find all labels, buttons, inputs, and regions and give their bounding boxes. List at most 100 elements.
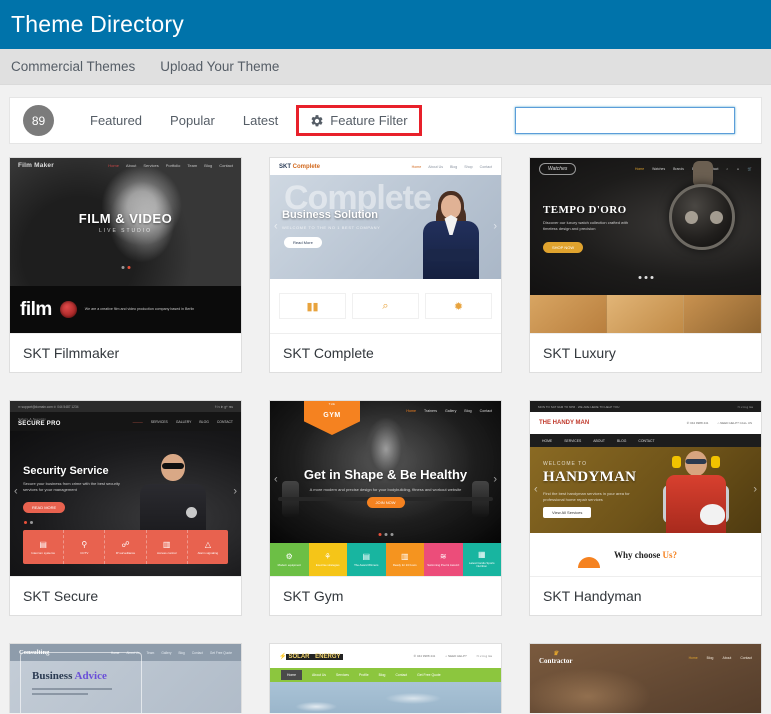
theme-hero-sub: A more modern and precise design for you… [309,487,462,492]
slider-next-arrow[interactable]: › [753,484,757,496]
theme-screenshot: SKT Complete Home About Us Blog Shop Contact… [270,158,501,333]
contact-info: ✆ 044 9988 441 ⌂ NEED HELP? CALL US [686,421,752,425]
theme-hero-button[interactable]: READ MORE [23,502,66,513]
contact-info: ✉ support@domain.com ✆ 044 5487 1234 [18,404,79,409]
slider-dots[interactable] [24,521,33,524]
mock-topbar: ⚡ SOLAR ENERGY ✆ 044 9988 441 ⌂ NEED HELP?… [270,644,501,668]
theme-hero-title: Business Advice [32,670,107,682]
page-body: 89 Featured Popular Latest Feature Filte… [0,85,771,713]
theme-screenshot: Watches HomeWatchesBrandsBlogContact⌕☺🛒 … [530,158,761,333]
theme-title: SKT Luxury [530,333,761,372]
mock-topbar: ♛ Contractor Home Blog About Contact [530,648,761,668]
mock-logo: ♛ Contractor [539,651,573,665]
theme-hero-button[interactable]: View All Services [543,507,592,518]
mock-logo: ⚡ SOLAR ENERGY [279,653,343,660]
theme-card[interactable]: Consulting Home About Us Team Gallery Blog Co… [9,643,242,713]
footer-word: film [20,299,52,320]
mock-menu: Home About Us Blog Shop Contact [411,164,492,169]
filter-popular[interactable]: Popular [156,107,229,134]
slider-prev-arrow[interactable]: ‹ [14,486,18,498]
theme-footer-band: film We are a creative film and video pr… [10,286,241,333]
theme-hero-image: Complete Business Solution WELCOME TO TH… [270,175,501,279]
feature-item: ⚲ CCTV [64,530,106,564]
mock-topbar: SKT Complete Home About Us Blog Shop Contact [270,158,501,175]
theme-screenshot: Consulting Home About Us Team Gallery Blog Co… [10,644,241,713]
slider-next-arrow[interactable]: › [233,486,237,498]
mock-person [419,189,483,279]
theme-hero-title: FILM & VIDEO [78,211,173,226]
theme-count-badge: 89 [23,105,54,136]
slider-next-arrow[interactable]: › [493,221,497,233]
theme-card[interactable]: ✉ support@domain.com ✆ 044 5487 1234 f t… [9,400,242,616]
theme-card[interactable]: Watches HomeWatchesBrandsBlogContact⌕☺🛒 … [529,157,762,373]
filter-latest[interactable]: Latest [229,107,292,134]
filter-featured[interactable]: Featured [76,107,156,134]
mock-logo: Watches [539,163,577,175]
photo-strip [530,295,761,333]
mock-menu: Home Trainers Gallery Blog Contact [406,409,492,413]
feature-strip: ▤ Intercom systems ⚲ CCTV ☍ IP surveillance… [23,530,228,564]
nav-upload-your-theme[interactable]: Upload Your Theme [160,59,279,74]
theme-hero-button[interactable]: Read More [284,237,322,248]
feature-item: ▦ Latest Cardio Sports Nutrition [462,543,501,576]
feature-item: ▥ Access control [147,530,188,564]
feature-strip: ⚙ Modern equipment ⚘ Exercise strategies ▤… [270,543,501,576]
mock-topbar: THE HANDY MAN ✆ 044 9988 441 ⌂ NEED HELP?… [530,412,761,434]
mock-logo: THE HANDY MAN [539,420,590,426]
theme-hero-title: Get in Shape & Be Healthy [303,467,468,482]
mock-menu: ——— SERVICES GALLERY BLOG CONTACT [132,419,233,424]
feature-item: ≋ Swimming Pool & Jacuzzi [424,543,463,576]
theme-card[interactable]: SKT Complete Home About Us Blog Shop Contact… [269,157,502,373]
search-icon: ⌕ [352,293,419,319]
gear-icon [311,114,323,126]
site-header: Theme Directory [0,0,771,49]
feature-item: ▥ Ready for 24 hours [385,543,424,576]
theme-screenshot: ⚡ SOLAR ENERGY ✆ 044 9988 441 ⌂ NEED HELP?… [270,644,501,713]
theme-card[interactable]: Film Maker Home About Services Portfolio Tea… [9,157,242,373]
theme-title: SKT Secure [10,576,241,615]
theme-hero-button[interactable]: JOIN NOW [366,497,405,508]
mock-topbar: Film Maker Home About Services Portfolio Tea… [10,158,241,172]
nav-commercial-themes[interactable]: Commercial Themes [11,59,135,74]
theme-hero-sub: LIVE STUDIO [98,228,153,234]
theme-hero-title: TEMPO D'ORO [543,204,627,216]
theme-hero-pre: WELCOME TO [543,461,587,467]
mock-logo: SKT Complete [279,163,321,170]
theme-hero-image: WELCOME TO HANDYMAN Find the best handym… [530,447,761,533]
slider-prev-arrow[interactable]: ‹ [274,221,278,233]
why-choose-band: Why choose Us? [530,533,761,576]
slider-dots[interactable] [638,276,653,279]
watch-face [669,184,735,250]
feature-filter-button[interactable]: Feature Filter [302,111,415,130]
mock-person [661,449,731,533]
mock-menu: Home About Services Portfolio Team Blog Contac… [108,162,233,168]
theme-card[interactable]: THE GYM Home Trainers Gallery Blog Contact G… [269,400,502,616]
slider-dots[interactable] [121,266,130,269]
theme-screenshot: Film Maker Home About Services Portfolio Tea… [10,158,241,333]
slider-prev-arrow[interactable]: ‹ [274,474,278,485]
theme-title: SKT Complete [270,333,501,372]
theme-hero-button[interactable]: SHOP NOW [543,242,584,253]
search-input[interactable] [515,107,735,134]
slider-prev-arrow[interactable]: ‹ [534,484,538,496]
theme-title: SKT Handyman [530,576,761,615]
mock-logo: Film Maker [18,161,54,169]
theme-screenshot: ✉ support@domain.com ✆ 044 5487 1234 f t… [10,401,241,576]
search-area [515,107,748,134]
slider-dots[interactable] [378,533,393,536]
feature-icon-row: ▮▮ ⌕ ✹ [270,279,501,333]
hero-panel [20,652,142,713]
feature-item: ⚙ Modern equipment [270,543,309,576]
theme-hero-title: Business Solution [282,209,378,221]
secondary-navigation: Commercial Themes Upload Your Theme [0,49,771,85]
feature-filter-label: Feature Filter [330,113,408,128]
chart-icon: ▮▮ [279,293,346,319]
theme-card[interactable]: ♛Contractor HomeBlogAboutContact BUILD Y… [529,643,762,713]
theme-card[interactable]: MON TO SAT 9AM TO 6PM · WE ARE HERE TO H… [529,400,762,616]
photo-tile [530,295,607,333]
photo-tile [607,295,684,333]
theme-card[interactable]: ⚡ SOLAR ENERGY ✆ 044 9988 441 ⌂ NEED HELP?… [269,643,502,713]
social-icons: f t v in g+ rss [214,404,233,409]
theme-hero-title: HANDYMAN [543,469,637,485]
slider-next-arrow[interactable]: › [493,474,497,485]
